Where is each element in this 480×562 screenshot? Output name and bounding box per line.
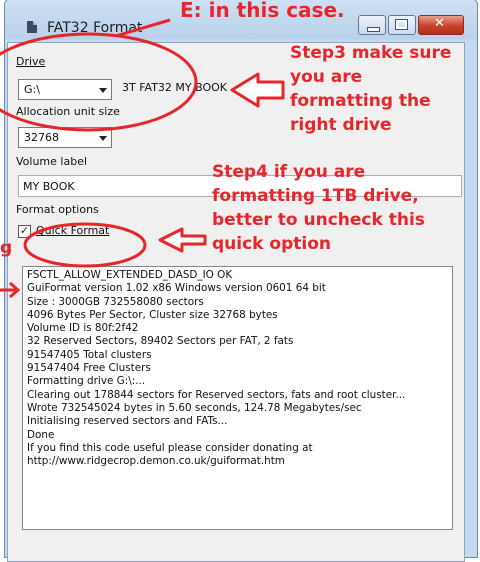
annotation-top: E: in this case. — [180, 0, 345, 22]
annotation-step4-line: formatting 1TB drive, — [212, 186, 419, 206]
chevron-down-icon — [99, 88, 107, 93]
annotation-step4-line: quick option — [212, 234, 331, 254]
annotation-step3-line: right drive — [290, 115, 392, 135]
format-options-label: Format options — [16, 203, 99, 216]
log-line: Size : 3000GB 732558080 sectors — [27, 295, 204, 308]
log-line: 4096 Bytes Per Sector, Cluster size 3276… — [27, 308, 278, 321]
log-line: http://www.ridgecrop.demon.co.uk/guiform… — [27, 455, 285, 468]
allocation-unit-value: 32768 — [24, 131, 59, 144]
log-line: FSCTL_ALLOW_EXTENDED_DASD_IO OK — [27, 269, 233, 281]
log-line: Done — [27, 428, 55, 441]
log-line: Initialising reserved sectors and FATs..… — [27, 415, 228, 428]
annotation-step4-line: Step4 if you are — [212, 162, 366, 182]
allocation-unit-label: Allocation unit size — [16, 105, 120, 118]
output-log[interactable]: FSCTL_ALLOW_EXTENDED_DASD_IO OK GuiFormat… — [22, 266, 453, 530]
quick-format-label[interactable]: Quick Format — [36, 224, 109, 237]
close-button[interactable] — [418, 15, 464, 35]
annotation-edge-letter: g — [0, 238, 13, 258]
volume-label-label: Volume label — [16, 155, 88, 168]
drive-label: Drive — [16, 55, 46, 68]
log-line: Wrote 732545024 bytes in 5.60 seconds, 1… — [27, 401, 362, 414]
window-title: FAT32 Format — [47, 20, 143, 36]
log-line: If you find this code useful please cons… — [27, 441, 313, 454]
annotation-step3-line: formatting the — [290, 91, 431, 111]
quick-format-checkbox[interactable]: ✓ — [18, 225, 31, 238]
log-line: Clearing out 178844 sectors for Reserved… — [27, 388, 406, 401]
drive-info: 3T FAT32 MY BOOK — [122, 81, 228, 94]
maximize-button[interactable] — [388, 15, 416, 35]
volume-label-value: MY BOOK — [23, 180, 75, 193]
log-line: GuiFormat version 1.02 x86 Windows versi… — [27, 282, 326, 295]
annotation-step4-line: better to uncheck this — [212, 210, 425, 230]
drive-select[interactable]: G:\ — [18, 79, 112, 100]
annotation-step3: Step3 make sure you are formatting the r… — [290, 41, 451, 137]
app-icon — [27, 21, 37, 33]
annotation-step3-line: you are — [290, 67, 363, 87]
annotation-step3-line: Step3 make sure — [290, 43, 452, 63]
chevron-down-icon — [99, 136, 107, 141]
log-line: 32 Reserved Sectors, 89402 Sectors per F… — [27, 335, 294, 348]
log-line: Volume ID is 80f:2f42 — [27, 322, 139, 335]
log-line: 91547405 Total clusters — [27, 348, 152, 361]
drive-select-value: G:\ — [24, 83, 40, 96]
log-line: Formatting drive G:\:... — [27, 375, 146, 388]
log-line: 91547404 Free Clusters — [27, 362, 151, 375]
annotation-step4: Step4 if you are formatting 1TB drive, b… — [212, 160, 425, 256]
allocation-unit-select[interactable]: 32768 — [18, 127, 112, 148]
minimize-button[interactable] — [358, 15, 386, 35]
